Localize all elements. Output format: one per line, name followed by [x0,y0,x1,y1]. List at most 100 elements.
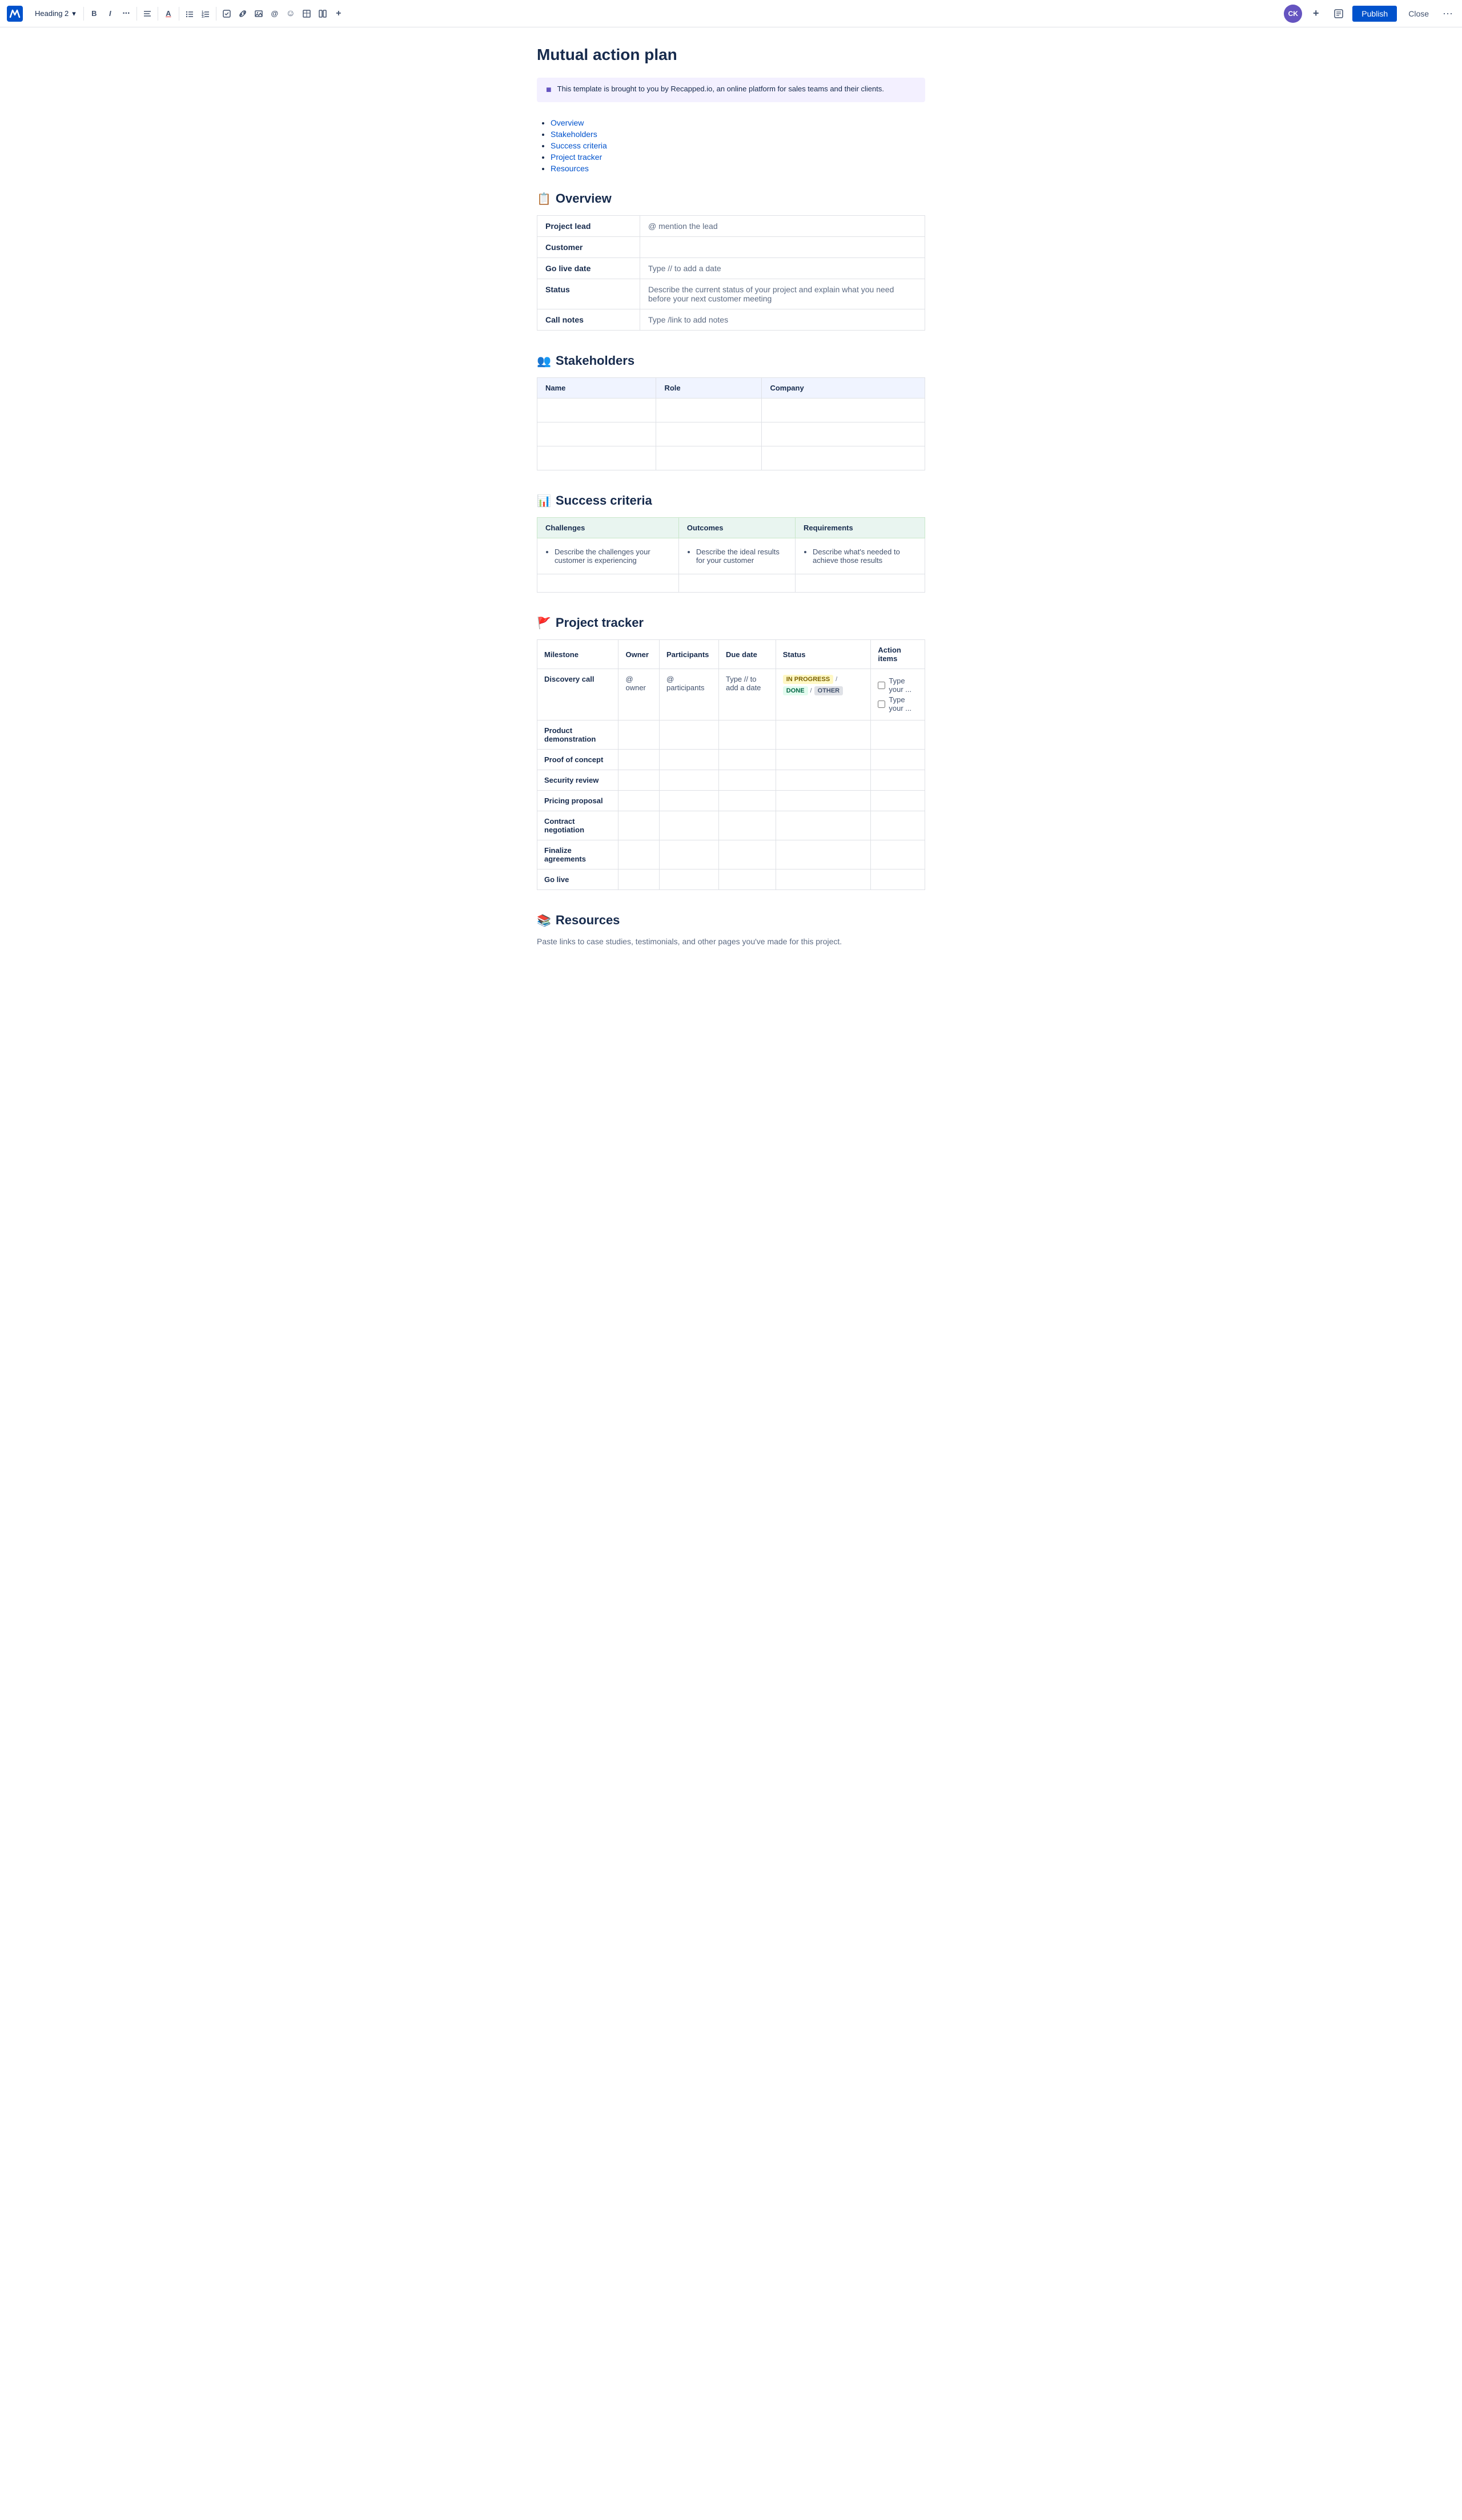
toc-list: Overview Stakeholders Success criteria Proj… [537,118,925,173]
task-button[interactable] [219,6,235,22]
column-header: Due date [718,640,776,669]
stakeholders-emoji: 👥 [537,354,551,368]
mention-button[interactable]: @ [267,6,283,22]
milestone-cell: Proof of concept [537,750,618,770]
list-item: Describe the ideal results for your cust… [696,548,787,565]
chevron-down-icon: ▾ [72,9,76,18]
table-row: Project lead@ mention the lead [537,216,925,237]
status-slash: / [836,676,837,683]
numbered-list-button[interactable]: 1.2.3. [198,6,214,22]
participants-cell: @ participants [659,669,718,720]
layout-button[interactable] [315,6,331,22]
emoji-button[interactable]: ☺ [283,6,299,22]
action-items-cell [871,840,925,869]
page-title: Mutual action plan [537,46,925,64]
overview-label: Customer [537,237,640,258]
milestone-cell: Security review [537,770,618,791]
toc-item: Success criteria [551,141,925,150]
toc-link[interactable]: Resources [551,164,589,173]
table-row [537,398,925,422]
toc-item: Stakeholders [551,130,925,139]
action-items-cell [871,869,925,890]
table-cell [762,446,925,470]
close-button[interactable]: Close [1401,6,1436,22]
overview-label: Call notes [537,309,640,331]
align-button[interactable] [139,6,155,22]
table-cell [537,446,656,470]
toc-link[interactable]: Overview [551,118,584,127]
status-badge-other: OTHER [814,686,844,695]
publish-button[interactable]: Publish [1352,6,1397,22]
table-cell [678,574,795,593]
action-item-checkbox[interactable] [878,701,885,708]
bullet-list-button[interactable] [182,6,198,22]
overview-value [640,237,925,258]
toc-item: Overview [551,118,925,127]
owner-cell [618,770,660,791]
tracker-table: MilestoneOwnerParticipantsDue dateStatus… [537,639,925,890]
table-button[interactable] [299,6,315,22]
link-button[interactable] [235,6,251,22]
action-item-checkbox[interactable] [878,682,885,689]
column-header: Company [762,378,925,398]
due-date-cell [718,869,776,890]
status-cell [776,791,871,811]
toc-link[interactable]: Success criteria [551,141,607,150]
table-row: Call notesType /link to add notes [537,309,925,331]
success-criteria-table: ChallengesOutcomesRequirementsDescribe t… [537,517,925,593]
italic-button[interactable]: I [102,6,118,22]
table-header-row: MilestoneOwnerParticipantsDue dateStatus… [537,640,925,669]
insert-button[interactable]: + [331,6,347,22]
heading-dropdown[interactable]: Heading 2 ▾ [30,6,81,21]
participants-cell [659,840,718,869]
logo [7,6,23,22]
participants-cell [659,770,718,791]
bold-button[interactable]: B [86,6,102,22]
user-avatar[interactable]: CK [1284,5,1302,23]
table-cell: Describe the ideal results for your cust… [678,538,795,574]
action-item-text: Type your ... [889,677,918,694]
template-button[interactable] [1330,5,1348,23]
stakeholders-heading: 👥 Stakeholders [537,353,925,368]
column-header: Outcomes [678,518,795,538]
info-banner: ■ This template is brought to you by Rec… [537,78,925,102]
toc-link[interactable]: Project tracker [551,152,602,162]
due-date-cell [718,791,776,811]
table-cell [762,398,925,422]
table-row: Product demonstration [537,720,925,750]
svg-text:3.: 3. [202,15,204,18]
action-items-cell [871,770,925,791]
owner-cell: @ owner [618,669,660,720]
table-cell [537,398,656,422]
action-item-text: Type your ... [889,695,918,712]
more-text-button[interactable]: ··· [118,6,134,22]
owner-cell [618,840,660,869]
participants-cell [659,791,718,811]
overview-heading: 📋 Overview [537,191,925,206]
page-content: Mutual action plan ■ This template is br… [514,27,948,992]
info-icon: ■ [546,85,552,95]
list-item: Describe what's needed to achieve those … [813,548,917,565]
status-cell [776,750,871,770]
toc-link[interactable]: Stakeholders [551,130,597,139]
overview-value: @ mention the lead [640,216,925,237]
image-button[interactable] [251,6,267,22]
more-options-button[interactable]: ··· [1440,5,1455,22]
toc-item: Project tracker [551,152,925,162]
participants-cell [659,869,718,890]
banner-text: This template is brought to you by Recap… [557,84,884,93]
status-badges: IN PROGRESS/DONE/OTHER [783,675,864,695]
status-badge-in-progress: IN PROGRESS [783,675,833,684]
text-color-button[interactable]: A [160,6,176,22]
toolbar: Heading 2 ▾ B I ··· A 1.2.3. @ ☺ + CK + [0,0,1462,27]
table-row [537,446,925,470]
action-item: Type your ... [878,677,918,694]
column-header: Action items [871,640,925,669]
table-cell [656,398,762,422]
participants-cell [659,720,718,750]
status-cell [776,770,871,791]
overview-label: Go live date [537,258,640,279]
success-criteria-heading: 📊 Success criteria [537,493,925,508]
project-tracker-heading: 🚩 Project tracker [537,615,925,630]
add-collaborator-button[interactable]: + [1307,5,1325,23]
